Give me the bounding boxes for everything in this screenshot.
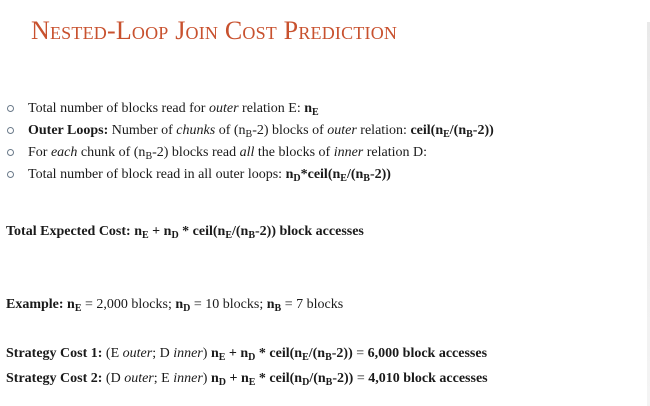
- bullet-item: Outer Loops: Number of chunks of (n B -2) …: [6, 120, 494, 142]
- text-run: + n: [225, 371, 249, 386]
- subscript-text: E: [443, 129, 450, 140]
- bullet-list: Total number of blocks read for outer re…: [6, 98, 494, 186]
- strategy-cost-2: Strategy Cost 2: (D outer; E inner) nD +…: [6, 371, 488, 388]
- text-run: *ceil(n: [300, 167, 341, 182]
- text-run: ): [202, 346, 211, 361]
- text-run: relation E:: [238, 101, 305, 116]
- subscript-text: E: [74, 303, 82, 314]
- text-run: ; E: [153, 371, 174, 386]
- subscript-text: D: [171, 230, 179, 241]
- subscript-text: E: [340, 173, 347, 184]
- text-run: 4,010 block accesses: [368, 371, 488, 386]
- subscript-text: E: [225, 230, 232, 241]
- text-run: * ceil(n: [255, 371, 303, 386]
- text-run: n: [210, 371, 219, 386]
- total-expected-cost: Total Expected Cost: nE + nD * ceil(nE/(…: [6, 224, 364, 241]
- text-run: (D: [105, 371, 125, 386]
- subscript-text: E: [142, 230, 149, 241]
- text-run: ceil(n: [410, 123, 444, 138]
- text-run: outer: [122, 346, 153, 361]
- text-run: inner: [173, 371, 203, 386]
- text-run: -2)): [332, 371, 354, 386]
- text-run: outer: [208, 101, 239, 116]
- text-run: n: [210, 346, 219, 361]
- text-run: + n: [148, 224, 172, 239]
- text-run: + n: [225, 346, 249, 361]
- text-run: Total number of block read in all outer …: [28, 167, 286, 182]
- text-run: -2)): [369, 167, 391, 182]
- text-run: relation:: [356, 123, 411, 138]
- bullet-text: Outer Loops: Number of chunks of (n B -2) …: [28, 123, 494, 140]
- subscript-text: B: [248, 230, 256, 241]
- bullet-circle-icon: [7, 127, 14, 134]
- text-run: ): [202, 371, 211, 386]
- text-run: -2) blocks of: [252, 123, 328, 138]
- bullet-item: For each chunk of (nB-2) blocks read all…: [6, 142, 494, 164]
- text-run: = 7 blocks: [281, 297, 344, 312]
- bullet-text: Total number of block read in all outer …: [28, 167, 391, 184]
- text-run: n: [266, 297, 275, 312]
- subscript-text: B: [325, 352, 332, 363]
- text-run: inner: [333, 145, 364, 160]
- text-run: Total number of blocks read for: [28, 101, 209, 116]
- bullet-circle-icon: [7, 171, 14, 178]
- text-run: /(n: [449, 123, 467, 138]
- text-run: 6,000 block accesses: [367, 346, 488, 361]
- bullet-circle-icon: [7, 105, 14, 112]
- bullet-item: Total number of block read in all outer …: [6, 164, 494, 186]
- text-run: outer: [327, 123, 357, 138]
- text-run: ; D: [152, 346, 174, 361]
- text-run: = 2,000 blocks;: [81, 297, 176, 312]
- strategy-cost-1: Strategy Cost 1: (E outer; D inner) n E +…: [6, 346, 488, 363]
- text-run: =: [352, 346, 368, 361]
- bullet-circle-icon: [7, 149, 14, 156]
- text-run: chunk of (n: [77, 145, 146, 160]
- text-run: chunks: [176, 123, 216, 138]
- text-run: * ceil(n: [178, 224, 226, 239]
- text-run: each: [50, 145, 78, 160]
- text-run: Total Expected Cost: n: [6, 224, 142, 239]
- subscript-text: B: [466, 129, 473, 140]
- text-run: Number of: [108, 123, 177, 138]
- text-run: inner: [173, 346, 203, 361]
- text-run: =: [353, 371, 369, 386]
- text-run: /(n: [308, 346, 326, 361]
- text-run: relation D:: [363, 145, 428, 160]
- text-run: all: [239, 145, 255, 160]
- subscript-text: E: [312, 107, 319, 118]
- text-run: the blocks of: [254, 145, 334, 160]
- bullet-text: Total number of blocks read for outer re…: [28, 101, 319, 118]
- text-run: n: [304, 101, 313, 116]
- text-run: of (n: [215, 123, 246, 138]
- text-run: * ceil(n: [255, 346, 303, 361]
- text-run: = 10 blocks;: [190, 297, 267, 312]
- subscript-text: D: [293, 173, 301, 184]
- text-run: /(n: [309, 371, 326, 386]
- text-run: -2)): [331, 346, 353, 361]
- text-run: For: [28, 145, 51, 160]
- text-run: n: [175, 297, 184, 312]
- slide-title: Nested-Loop Join Cost Prediction: [31, 16, 398, 45]
- text-run: Example: n: [6, 297, 75, 312]
- text-run: (E: [105, 346, 123, 361]
- text-run: Strategy Cost 2:: [6, 371, 106, 386]
- text-run: Strategy Cost 1:: [6, 346, 106, 361]
- example-line: Example: nE = 2,000 blocks; nD = 10 bloc…: [6, 297, 344, 314]
- bullet-item: Total number of blocks read for outer re…: [6, 98, 494, 120]
- text-run: -2) blocks read: [152, 145, 240, 160]
- text-run: outer: [124, 371, 154, 386]
- text-run: -2)): [472, 123, 494, 138]
- text-run: /(n: [232, 224, 249, 239]
- subscript-text: D: [218, 377, 226, 388]
- text-run: Outer Loops:: [28, 123, 109, 138]
- bullet-text: For each chunk of (nB-2) blocks read all…: [28, 145, 428, 162]
- text-run: -2)) block accesses: [255, 224, 364, 239]
- subscript-text: E: [302, 352, 309, 363]
- subscript-text: B: [363, 173, 370, 184]
- text-run: /(n: [346, 167, 364, 182]
